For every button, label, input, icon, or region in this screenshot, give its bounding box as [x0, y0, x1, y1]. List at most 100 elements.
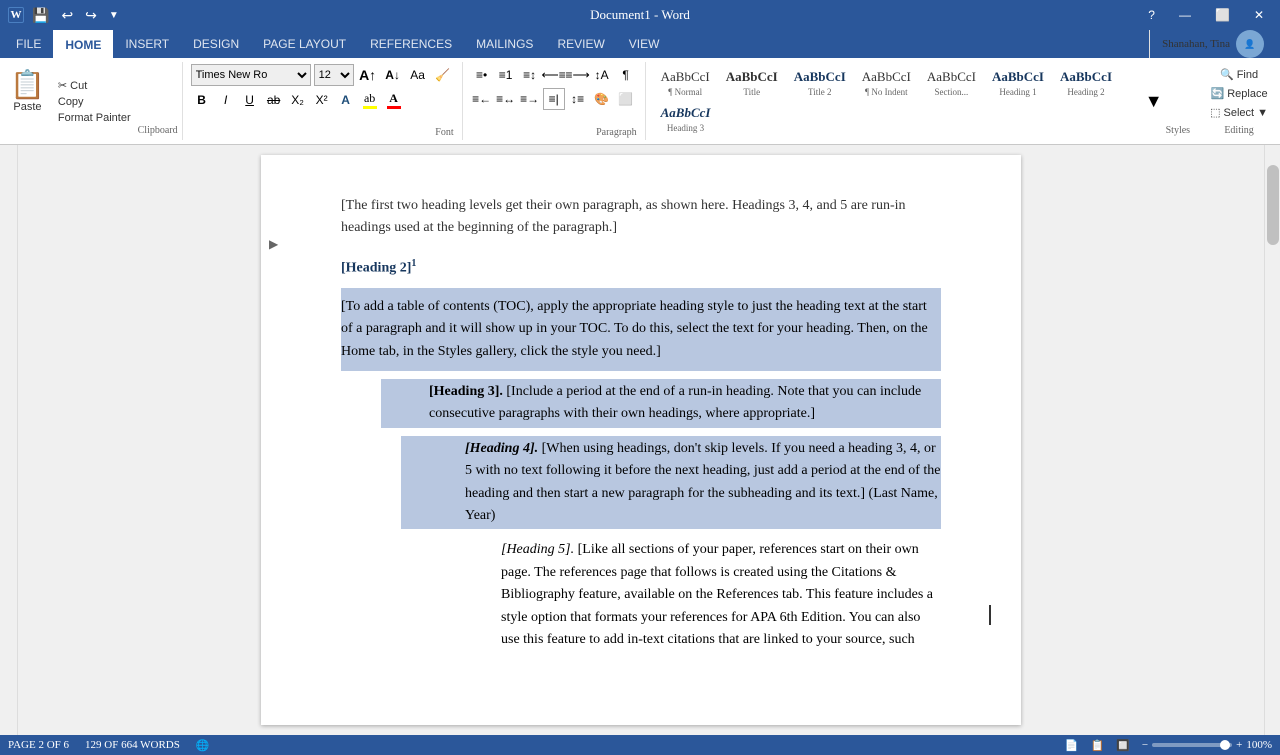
align-center-btn[interactable]: ≡↔: [495, 88, 517, 110]
styles-group: AaBbCcI ¶ Normal AaBbCcI Title AaBbCcI T…: [646, 62, 1198, 140]
subscript-btn[interactable]: X₂: [287, 89, 309, 111]
user-avatar: 👤: [1236, 30, 1264, 58]
editing-group: 🔍Find 🔄Replace ⬚Select ▼ Editing: [1198, 62, 1280, 140]
styles-list: AaBbCcI ¶ Normal AaBbCcI Title AaBbCcI T…: [654, 66, 1142, 136]
highlight-color-btn[interactable]: ab: [359, 89, 381, 111]
styles-more-btn[interactable]: ▼: [1145, 91, 1163, 112]
clipboard-sub: ✂ Cut Copy Format Painter: [51, 66, 138, 136]
tab-file[interactable]: FILE: [4, 30, 53, 58]
heading2-line: [Heading 2]1: [341, 256, 941, 280]
justify-btn[interactable]: ≡|: [543, 88, 565, 110]
line-spacing-btn[interactable]: ↕≡: [567, 88, 589, 110]
change-case-btn[interactable]: Aa: [407, 64, 429, 86]
replace-btn[interactable]: 🔄Replace: [1207, 85, 1272, 102]
quick-access-dropdown[interactable]: ▼: [105, 8, 123, 23]
bullet-list-btn[interactable]: ≡•: [471, 64, 493, 86]
numbered-list-btn[interactable]: ≡1: [495, 64, 517, 86]
cut-button[interactable]: ✂ Cut: [55, 78, 134, 93]
status-right: 📄 📋 🔲 − + 100%: [1065, 739, 1272, 752]
help-btn[interactable]: ?: [1140, 4, 1163, 26]
style-section[interactable]: AaBbCcI Section...: [920, 66, 983, 100]
font-label: Font: [435, 125, 453, 138]
heading3-body: [Include a period at the end of a run-in…: [429, 384, 921, 421]
tab-home[interactable]: HOME: [53, 30, 113, 59]
collapse-arrow[interactable]: ▶: [269, 235, 278, 254]
font-row2: B I U ab X₂ X² A ab A: [191, 89, 454, 111]
heading4-label: [Heading 4].: [465, 441, 538, 456]
view-web-icon[interactable]: 🔲: [1116, 739, 1130, 752]
tab-page-layout[interactable]: PAGE LAYOUT: [251, 30, 358, 58]
ribbon: FILE HOME INSERT DESIGN PAGE LAYOUT REFE…: [0, 30, 1280, 145]
close-btn[interactable]: ✕: [1246, 4, 1272, 26]
paragraph-group: ≡• ≡1 ≡↕ ⟵≡ ≡⟶ ↕A ¶ ≡← ≡↔ ≡→ ≡| ↕≡ 🎨 ⬜: [463, 62, 646, 140]
select-btn[interactable]: ⬚Select ▼: [1206, 104, 1272, 121]
scrollbar-thumb[interactable]: [1267, 165, 1279, 245]
zoom-plus-btn[interactable]: +: [1236, 739, 1242, 751]
font-size-select[interactable]: 12: [314, 64, 354, 86]
font-family-select[interactable]: Times New Ro: [191, 64, 311, 86]
bold-btn[interactable]: B: [191, 89, 213, 111]
style-heading2[interactable]: AaBbCcI Heading 2: [1053, 66, 1119, 100]
tab-mailings[interactable]: MAILINGS: [464, 30, 545, 58]
style-title[interactable]: AaBbCcI Title: [719, 66, 785, 100]
shrink-font-btn[interactable]: A↓: [382, 64, 404, 86]
increase-indent-btn[interactable]: ≡⟶: [567, 64, 589, 86]
view-print-icon[interactable]: 📄: [1065, 739, 1079, 752]
shading-btn[interactable]: 🎨: [591, 88, 613, 110]
style-heading3[interactable]: AaBbCcI Heading 3: [654, 102, 718, 136]
paste-button[interactable]: 📋 Paste: [4, 66, 51, 136]
style-title2[interactable]: AaBbCcI Title 2: [787, 66, 853, 100]
save-quick-btn[interactable]: 💾: [28, 5, 53, 26]
title-bar-left: W 💾 ↩ ↪ ▼: [8, 5, 123, 26]
sort-btn[interactable]: ↕A: [591, 64, 613, 86]
zoom-minus-btn[interactable]: −: [1142, 739, 1148, 751]
style-heading1[interactable]: AaBbCcI Heading 1: [985, 66, 1051, 100]
find-btn[interactable]: 🔍Find: [1216, 66, 1262, 83]
font-group: Times New Ro 12 A↑ A↓ Aa 🧹 B I U ab X₂: [183, 62, 463, 140]
heading3-label: [Heading 3].: [429, 384, 503, 399]
show-formatting-btn[interactable]: ¶: [615, 64, 637, 86]
redo-btn[interactable]: ↪: [81, 5, 101, 26]
font-color-btn[interactable]: A: [383, 89, 405, 111]
align-left-btn[interactable]: ≡←: [471, 88, 493, 110]
styles-label: Styles: [1166, 123, 1190, 136]
doc-scroll[interactable]: ▶ [The first two heading levels get thei…: [18, 145, 1264, 735]
zoom-slider[interactable]: [1152, 743, 1232, 747]
word-count: 129 OF 664 WORDS: [85, 739, 180, 751]
multilevel-list-btn[interactable]: ≡↕: [519, 64, 541, 86]
borders-btn[interactable]: ⬜: [615, 88, 637, 110]
zoom-level: 100%: [1246, 739, 1272, 751]
copy-button[interactable]: Copy: [55, 95, 134, 109]
style-no-indent[interactable]: AaBbCcI ¶ No Indent: [855, 66, 918, 100]
tab-review[interactable]: REVIEW: [545, 30, 616, 58]
strikethrough-btn[interactable]: ab: [263, 89, 285, 111]
zoom-bar: − + 100%: [1142, 739, 1272, 751]
tab-references[interactable]: REFERENCES: [358, 30, 464, 58]
format-painter-button[interactable]: Format Painter: [55, 111, 134, 125]
clear-format-btn[interactable]: 🧹: [432, 64, 454, 86]
maximize-btn[interactable]: ⬜: [1207, 4, 1238, 26]
ribbon-tabs: FILE HOME INSERT DESIGN PAGE LAYOUT REFE…: [0, 30, 1280, 58]
view-reading-icon[interactable]: 📋: [1090, 739, 1104, 752]
right-scrollbar[interactable]: [1264, 145, 1280, 735]
style-normal[interactable]: AaBbCcI ¶ Normal: [654, 66, 717, 100]
superscript-btn[interactable]: X²: [311, 89, 333, 111]
text-effects-btn[interactable]: A: [335, 89, 357, 111]
tab-design[interactable]: DESIGN: [181, 30, 251, 58]
font-row1: Times New Ro 12 A↑ A↓ Aa 🧹: [191, 64, 454, 86]
tab-insert[interactable]: INSERT: [113, 30, 181, 58]
undo-btn[interactable]: ↩: [57, 5, 77, 26]
grow-font-btn[interactable]: A↑: [357, 64, 379, 86]
underline-btn[interactable]: U: [239, 89, 261, 111]
align-right-btn[interactable]: ≡→: [519, 88, 541, 110]
heading2-footnote: 1: [411, 258, 416, 269]
tab-view[interactable]: VIEW: [617, 30, 672, 58]
clipboard-label: Clipboard: [138, 123, 178, 136]
zoom-thumb: [1220, 740, 1230, 750]
minimize-btn[interactable]: —: [1171, 4, 1199, 26]
italic-btn[interactable]: I: [215, 89, 237, 111]
decrease-indent-btn[interactable]: ⟵≡: [543, 64, 565, 86]
window-title: Document1 - Word: [590, 7, 690, 23]
heading5-body: [Like all sections of your paper, refere…: [501, 542, 933, 647]
heading2-text: [Heading 2]: [341, 260, 411, 275]
